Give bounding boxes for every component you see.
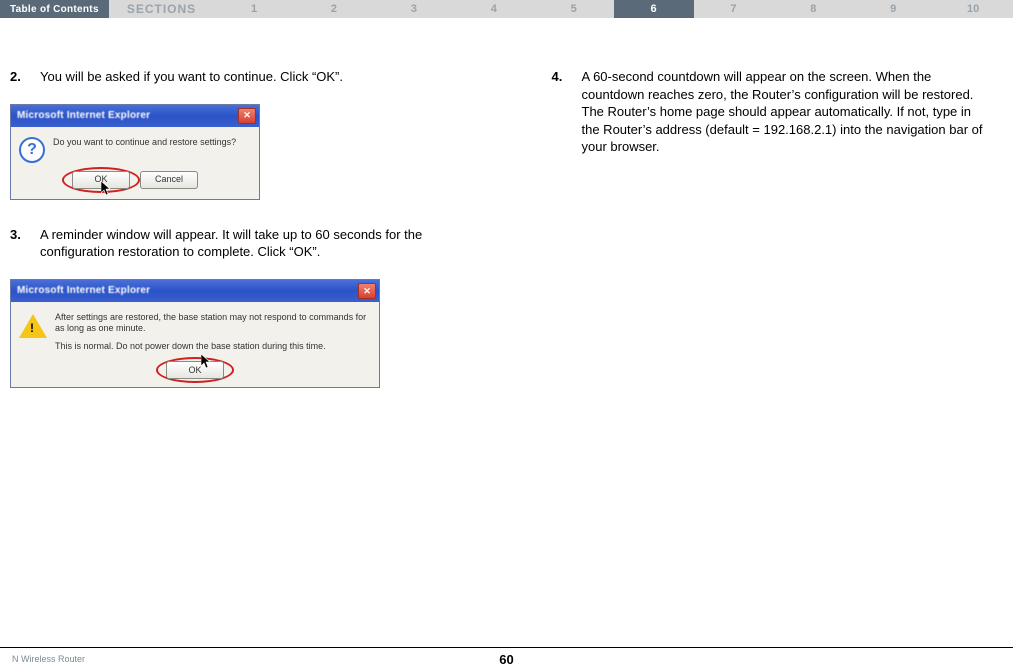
warning-icon bbox=[19, 314, 47, 338]
toc-link[interactable]: Table of Contents bbox=[0, 0, 109, 18]
dialog-buttons: OK bbox=[11, 359, 379, 387]
step-text: You will be asked if you want to continu… bbox=[40, 68, 442, 86]
dialog-buttons: OK Cancel bbox=[11, 169, 259, 199]
step-number: 2. bbox=[10, 68, 40, 86]
sections-nav: 1 2 3 4 5 6 7 8 9 10 bbox=[214, 0, 1013, 18]
dialog-message: After settings are restored, the base st… bbox=[55, 312, 371, 353]
section-tab-6[interactable]: 6 bbox=[614, 0, 694, 18]
section-tab-8[interactable]: 8 bbox=[773, 0, 853, 18]
step-3: 3. A reminder window will appear. It wil… bbox=[10, 226, 442, 261]
step-2: 2. You will be asked if you want to cont… bbox=[10, 68, 442, 86]
dialog-titlebar: Microsoft Internet Explorer ✕ bbox=[11, 280, 379, 302]
page-number: 60 bbox=[499, 652, 513, 667]
page-footer: N Wireless Router 60 bbox=[0, 647, 1013, 664]
section-tab-1[interactable]: 1 bbox=[214, 0, 294, 18]
dialog-restore-reminder: Microsoft Internet Explorer ✕ After sett… bbox=[10, 279, 380, 388]
page-content: 2. You will be asked if you want to cont… bbox=[0, 18, 1013, 414]
cancel-button[interactable]: Cancel bbox=[140, 171, 198, 189]
question-icon: ? bbox=[19, 137, 45, 163]
ok-highlight-ring: OK bbox=[166, 361, 224, 379]
section-tab-4[interactable]: 4 bbox=[454, 0, 534, 18]
product-name: N Wireless Router bbox=[12, 654, 85, 664]
section-tab-3[interactable]: 3 bbox=[374, 0, 454, 18]
section-tab-5[interactable]: 5 bbox=[534, 0, 614, 18]
top-nav-bar: Table of Contents SECTIONS 1 2 3 4 5 6 7… bbox=[0, 0, 1013, 18]
dialog-body: ? Do you want to continue and restore se… bbox=[11, 127, 259, 169]
dialog-body: After settings are restored, the base st… bbox=[11, 302, 379, 359]
step-4: 4. A 60-second countdown will appear on … bbox=[552, 68, 984, 156]
ok-button-label: OK bbox=[188, 364, 201, 376]
step-number: 3. bbox=[10, 226, 40, 244]
right-column: 4. A 60-second countdown will appear on … bbox=[552, 68, 984, 414]
close-icon[interactable]: ✕ bbox=[358, 283, 376, 299]
dialog-title: Microsoft Internet Explorer bbox=[17, 284, 150, 298]
dialog-message: Do you want to continue and restore sett… bbox=[53, 137, 236, 149]
ok-button[interactable]: OK bbox=[72, 171, 130, 189]
step-text: A reminder window will appear. It will t… bbox=[40, 226, 442, 261]
dialog-line-2: This is normal. Do not power down the ba… bbox=[55, 341, 371, 353]
close-icon[interactable]: ✕ bbox=[238, 108, 256, 124]
section-tab-10[interactable]: 10 bbox=[933, 0, 1013, 18]
dialog-titlebar: Microsoft Internet Explorer ✕ bbox=[11, 105, 259, 127]
left-column: 2. You will be asked if you want to cont… bbox=[10, 68, 442, 414]
step-number: 4. bbox=[552, 68, 582, 86]
ok-button-label: OK bbox=[94, 173, 107, 185]
ok-button[interactable]: OK bbox=[166, 361, 224, 379]
section-tab-7[interactable]: 7 bbox=[694, 0, 774, 18]
section-tab-2[interactable]: 2 bbox=[294, 0, 374, 18]
sections-label: SECTIONS bbox=[109, 0, 214, 18]
ok-highlight-ring: OK bbox=[72, 171, 130, 189]
section-tab-9[interactable]: 9 bbox=[853, 0, 933, 18]
step-text: A 60-second countdown will appear on the… bbox=[582, 68, 984, 156]
dialog-line-1: After settings are restored, the base st… bbox=[55, 312, 371, 335]
dialog-confirm-restore: Microsoft Internet Explorer ✕ ? Do you w… bbox=[10, 104, 260, 200]
dialog-title: Microsoft Internet Explorer bbox=[17, 109, 150, 123]
